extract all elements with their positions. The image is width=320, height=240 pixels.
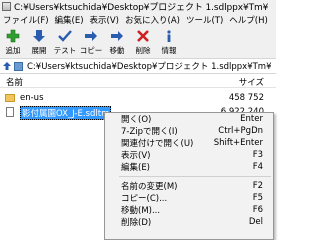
menu-item-shortcut: F2 <box>252 181 263 191</box>
menu-item-label: 関連付けで開く(U) <box>121 139 194 149</box>
extract-icon <box>33 30 45 42</box>
menu-item-rename[interactable]: 名前の変更(M) F2 <box>105 180 273 192</box>
info-label: 情報 <box>161 46 177 55</box>
add-label: 追加 <box>5 46 21 55</box>
toolbar: 追加 展開 テスト コピー 移動 削除 情報 <box>0 26 276 58</box>
test-button[interactable]: テスト <box>52 26 78 58</box>
info-button[interactable]: 情報 <box>156 26 182 58</box>
menu-item-shortcut: F5 <box>252 193 263 203</box>
title-bar: C:¥Users¥ktsuchida¥Desktop¥プロジェクト 1.sdlp… <box>0 0 276 13</box>
column-size-header[interactable]: サイズ <box>239 76 264 88</box>
menu-item-shortcut: F4 <box>252 162 263 172</box>
menu-bar: ファイル(F) 編集(E) 表示(V) お気に入り(A) ツール(T) ヘルプ(… <box>0 13 276 26</box>
menu-view[interactable]: 表示(V) <box>87 14 122 26</box>
menu-item-open-in-7zip[interactable]: 7-Zipで開く(I) Ctrl+PgDn <box>105 125 273 137</box>
menu-edit[interactable]: 編集(E) <box>52 14 87 26</box>
copy-icon <box>85 31 97 41</box>
drive-icon <box>14 61 23 71</box>
menu-item-shortcut: Enter <box>240 114 263 124</box>
menu-item-shortcut: F6 <box>252 205 263 215</box>
window-title: C:¥Users¥ktsuchida¥Desktop¥プロジェクト 1.sdlp… <box>14 3 269 13</box>
menu-separator <box>119 176 271 177</box>
menu-item-label: コピー(C)... <box>121 194 168 204</box>
menu-item-copy[interactable]: コピー(C)... F5 <box>105 192 273 204</box>
menu-help[interactable]: ヘルプ(H) <box>226 14 271 26</box>
menu-item-label: 7-Zipで開く(I) <box>121 127 178 137</box>
menu-favorites[interactable]: お気に入り(A) <box>122 14 183 26</box>
delete-icon <box>137 30 149 42</box>
extract-button[interactable]: 展開 <box>26 26 52 58</box>
info-icon <box>167 30 171 42</box>
menu-item-label: 編集(E) <box>121 163 151 173</box>
menu-item-open[interactable]: 開く(O) Enter <box>105 113 273 125</box>
column-name-header[interactable]: 名前 <box>6 76 23 88</box>
menu-item-label: 移動(M)... <box>121 206 161 216</box>
move-button[interactable]: 移動 <box>104 26 130 58</box>
delete-button[interactable]: 削除 <box>130 26 156 58</box>
up-arrow-icon <box>3 62 11 70</box>
menu-item-view[interactable]: 表示(V) F3 <box>105 149 273 161</box>
menu-item-move[interactable]: 移動(M)... F6 <box>105 204 273 216</box>
context-menu: 開く(O) Enter 7-Zipで開く(I) Ctrl+PgDn 関連付けで開… <box>104 112 274 240</box>
app-icon <box>2 2 11 11</box>
up-folder-button[interactable] <box>0 61 14 71</box>
menu-item-delete[interactable]: 削除(D) Del <box>105 216 273 228</box>
item-name: 影付属園OX_J-E.sdltm <box>20 106 112 120</box>
item-name: en-us <box>20 93 44 103</box>
menu-item-label: 名前の変更(M) <box>121 182 178 192</box>
address-bar[interactable]: C:¥Users¥ktsuchida¥Desktop¥プロジェクト 1.sdlp… <box>0 58 276 74</box>
address-path[interactable]: C:¥Users¥ktsuchida¥Desktop¥プロジェクト 1.sdlp… <box>27 60 272 72</box>
move-icon <box>111 31 123 41</box>
file-icon <box>6 107 14 117</box>
list-header: 名前 サイズ <box>0 75 276 88</box>
extract-label: 展開 <box>31 46 47 55</box>
test-icon <box>58 30 72 42</box>
menu-item-shortcut: Ctrl+PgDn <box>218 126 263 136</box>
item-size: 458 752 <box>228 93 264 103</box>
list-item-en-us[interactable]: en-us 458 752 <box>0 91 276 105</box>
menu-item-label: 開く(O) <box>121 115 152 125</box>
menu-item-label: 表示(V) <box>121 151 151 161</box>
menu-item-shortcut: F3 <box>252 150 263 160</box>
menu-item-open-associated[interactable]: 関連付けで開く(U) Shift+Enter <box>105 137 273 149</box>
menu-item-shortcut: Del <box>248 217 263 227</box>
add-icon <box>6 29 20 43</box>
menu-item-label: 削除(D) <box>121 218 152 228</box>
folder-icon <box>5 94 15 102</box>
move-label: 移動 <box>109 46 125 55</box>
menu-item-shortcut: Shift+Enter <box>213 138 263 148</box>
menu-file[interactable]: ファイル(F) <box>0 14 52 26</box>
menu-item-edit[interactable]: 編集(E) F4 <box>105 161 273 173</box>
add-button[interactable]: 追加 <box>0 26 26 58</box>
menu-tools[interactable]: ツール(T) <box>183 14 226 26</box>
test-label: テスト <box>53 46 77 55</box>
delete-label: 削除 <box>135 46 151 55</box>
copy-label: コピー <box>79 46 103 55</box>
copy-button[interactable]: コピー <box>78 26 104 58</box>
